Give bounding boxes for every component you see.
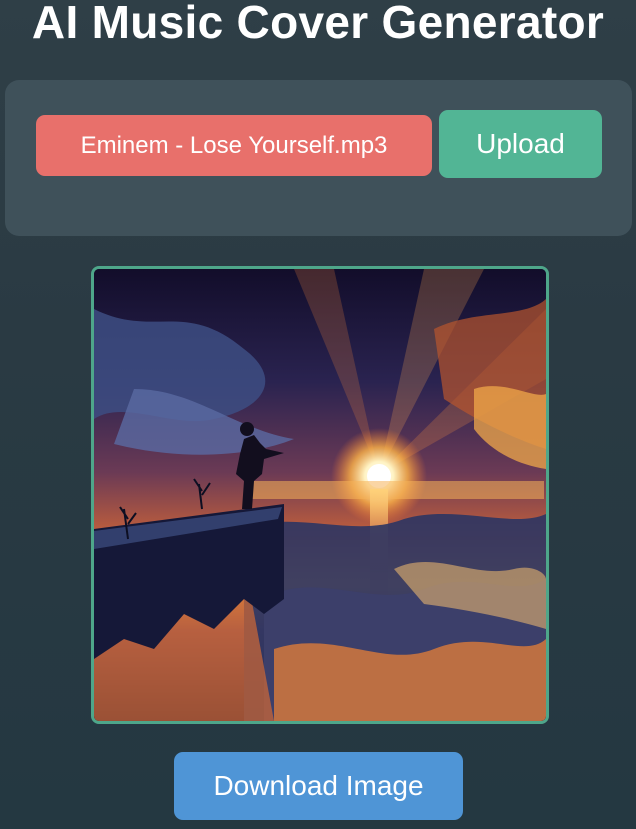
selected-file-input[interactable]: Eminem - Lose Yourself.mp3 [36, 115, 432, 176]
generated-cover-image [91, 266, 549, 724]
download-image-button[interactable]: Download Image [174, 752, 463, 820]
cover-artwork [94, 269, 546, 721]
upload-button[interactable]: Upload [439, 110, 602, 178]
page-title: AI Music Cover Generator [31, 0, 605, 48]
